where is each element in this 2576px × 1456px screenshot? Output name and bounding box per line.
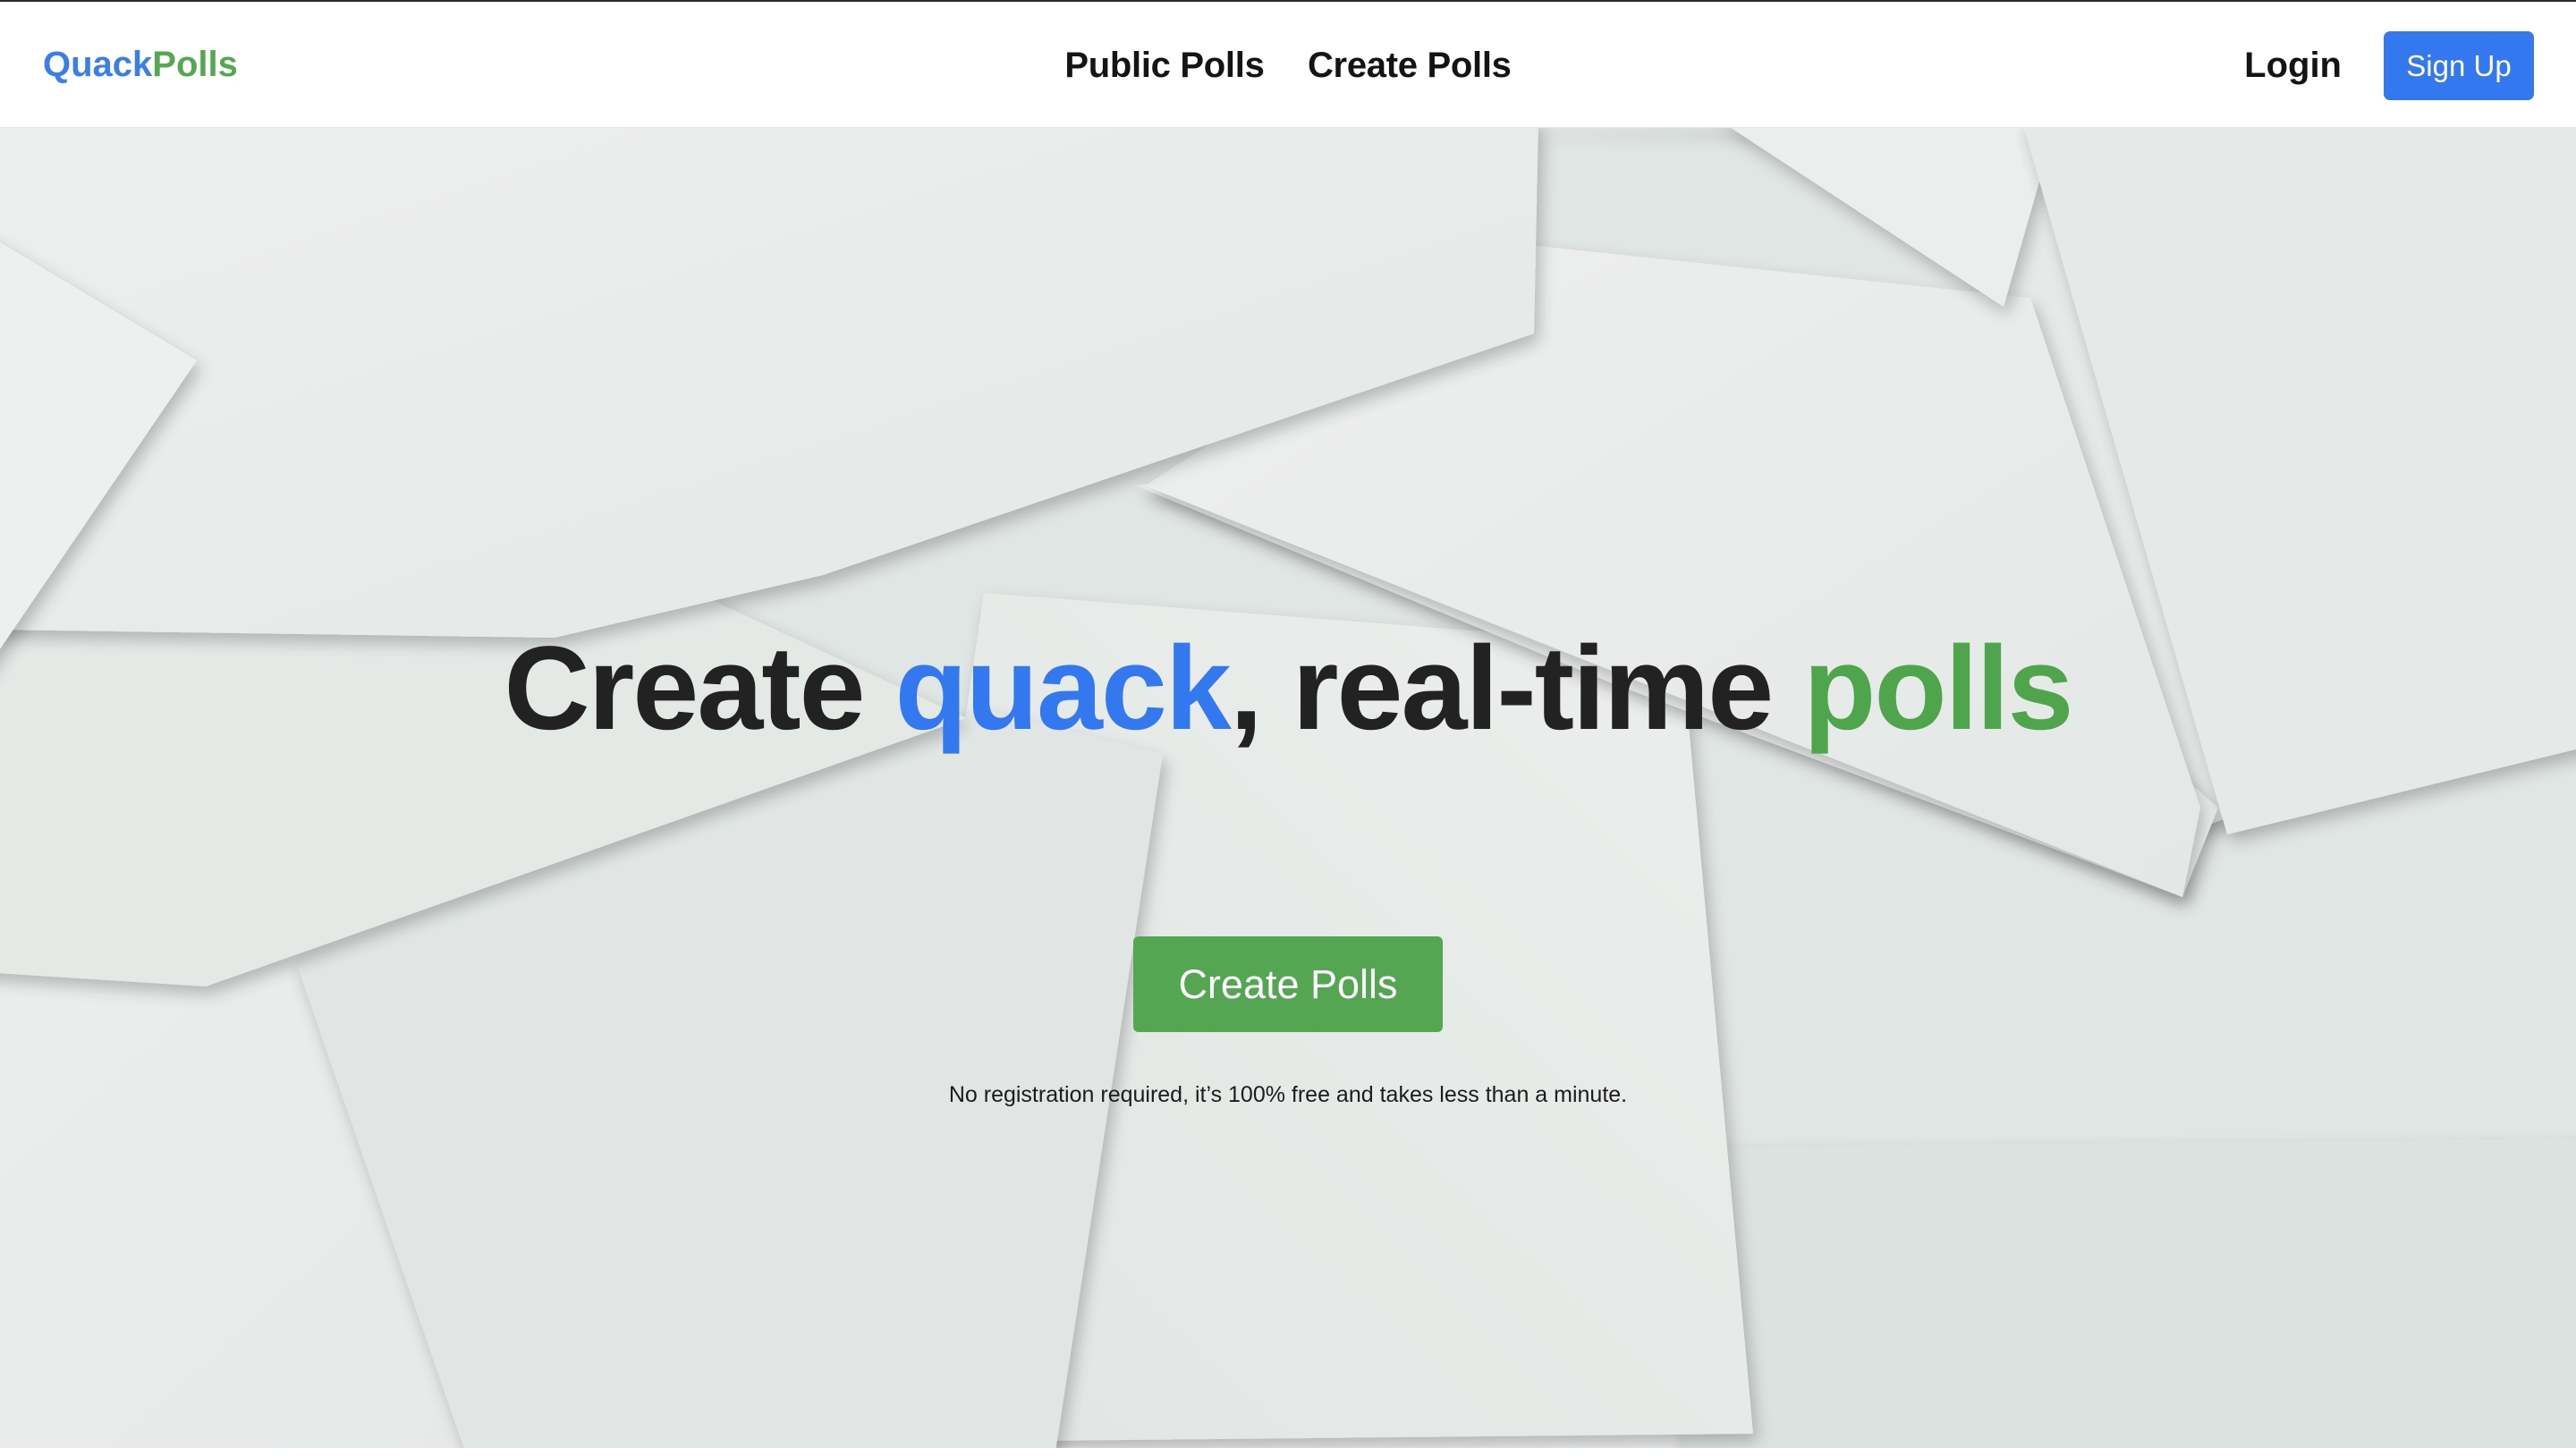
brand-logo-polls: Polls [152,45,238,84]
sign-up-button[interactable]: Sign Up [2384,31,2534,100]
brand-logo-quack: Quack [43,45,153,84]
brand-logo[interactable]: QuackPolls [43,43,238,86]
hero-headline-highlight-quack: quack [894,622,1231,755]
create-polls-cta-button[interactable]: Create Polls [1133,936,1443,1032]
navbar: QuackPolls Public Polls Create Polls Log… [0,2,2576,128]
hero-note: No registration required, it’s 100% free… [948,1082,1628,1107]
hero-headline-highlight-polls: polls [1803,622,2073,755]
nav-public-polls[interactable]: Public Polls [1064,41,1264,89]
hero-background-paper-image [0,128,2576,1448]
page-bottom-edge [0,1448,2576,1456]
nav-links: Public Polls Create Polls [0,41,2576,89]
hero-headline-part1: Create [504,622,895,755]
hero-headline: Create quack, real-time polls [0,617,2576,760]
nav-create-polls[interactable]: Create Polls [1308,41,1512,89]
hero-headline-part2: , real-time [1229,622,1804,755]
login-link[interactable]: Login [2244,41,2342,89]
hero-section: Create quack, real-time polls Create Pol… [0,128,2576,1448]
